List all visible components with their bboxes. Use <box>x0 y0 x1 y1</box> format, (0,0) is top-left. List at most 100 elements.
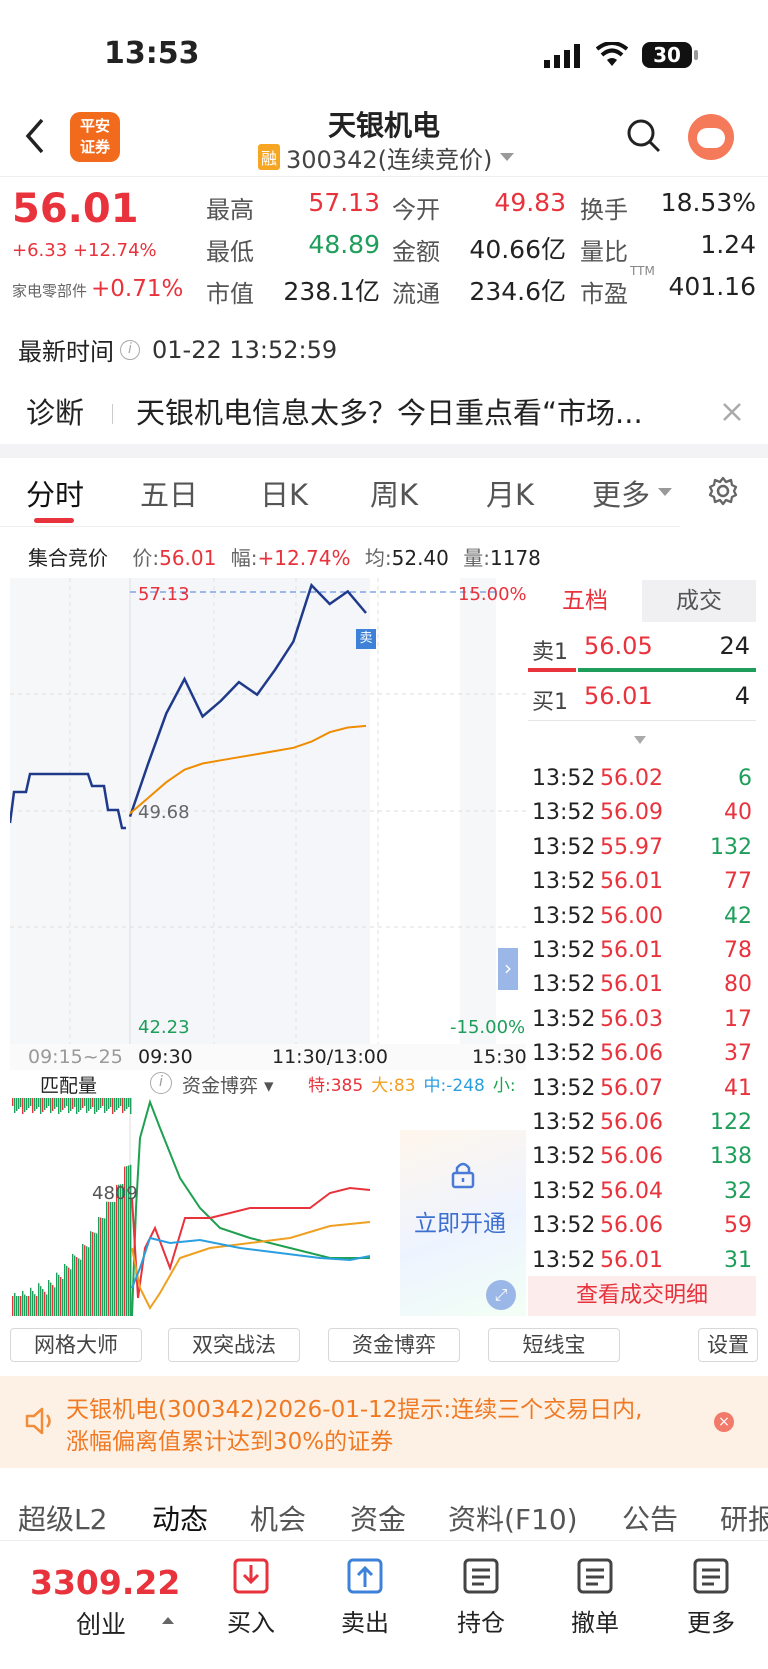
tab-3[interactable]: 周K <box>370 472 418 514</box>
action-position[interactable]: 持仓 <box>446 1555 516 1655</box>
notice-close-icon[interactable]: × <box>714 1412 734 1432</box>
diagnosis-row[interactable]: 诊断 天银机电信息太多？今日重点看“市场... <box>0 386 768 438</box>
avatar-face <box>697 128 725 148</box>
info-tab[interactable]: 动态 <box>152 1498 208 1538</box>
tool-button[interactable]: 资金博弈 <box>328 1328 460 1362</box>
bottom-vol-bar <box>106 1201 108 1316</box>
info-tab[interactable]: 公告 <box>622 1498 678 1538</box>
stat-label: 换手 <box>580 196 628 224</box>
bottom-vol-bar <box>76 1257 78 1316</box>
settings-gear-icon[interactable] <box>708 476 738 506</box>
info-tab[interactable]: 超级L2 <box>18 1498 107 1538</box>
tab-trades[interactable]: 成交 <box>642 580 756 622</box>
action-label: 买入 <box>227 1609 275 1637</box>
info-icon[interactable]: i <box>120 339 140 360</box>
trade-price: 56.01 <box>600 869 663 895</box>
tool-button[interactable]: 双突战法 <box>168 1328 300 1362</box>
info-tab[interactable]: 资料(F10) <box>448 1498 578 1538</box>
trade-detail-link[interactable]: 查看成交明细 <box>528 1276 756 1316</box>
top-vol-bar <box>60 1098 62 1112</box>
trade-time: 13:52 <box>532 834 596 860</box>
bottom-vol-bar <box>90 1231 92 1316</box>
trade-time: 13:52 <box>532 1178 596 1204</box>
bottom-vol-bar <box>46 1294 48 1316</box>
fullscreen-icon[interactable]: ⤢ <box>486 1280 516 1310</box>
top-vol-bar <box>32 1098 34 1113</box>
tab-4[interactable]: 月K <box>486 472 534 514</box>
update-time: 01-22 13:52:59 <box>152 335 338 364</box>
bottom-vol-bar <box>80 1259 82 1316</box>
stock-code-row[interactable]: 融 300342(连续竞价) <box>258 142 515 174</box>
tool-button[interactable]: 短线宝 <box>488 1328 620 1362</box>
action-buy[interactable]: 买入 <box>216 1555 286 1655</box>
tab-five-level[interactable]: 五档 <box>528 580 642 622</box>
trade-price: 56.06 <box>600 1041 663 1067</box>
trade-time: 13:52 <box>532 1075 596 1101</box>
price-change: +6.33 +12.74% <box>12 240 157 261</box>
update-label: 最新时间 <box>18 338 114 366</box>
action-cancel-order[interactable]: 撤单 <box>560 1555 630 1655</box>
action-sell[interactable]: 卖出 <box>330 1555 400 1655</box>
notice-line-2: 涨幅偏离值累计达到30%的证券 <box>66 1429 394 1455</box>
intraday-chart[interactable] <box>10 578 526 1100</box>
sector-row[interactable]: 家电零部件 +0.71% <box>12 276 183 302</box>
tab-5[interactable]: 更多 <box>592 472 650 514</box>
top-vol-bar <box>66 1098 68 1106</box>
update-row: 最新时间 i 01-22 13:52:59 <box>18 332 337 367</box>
top-vol-bar <box>64 1098 66 1108</box>
tab-1[interactable]: 五日 <box>140 472 198 514</box>
auction-vol: 1178 <box>490 546 541 570</box>
top-vol-bar <box>82 1098 84 1108</box>
info-icon[interactable]: i <box>150 1072 172 1094</box>
top-vol-bar <box>40 1098 42 1114</box>
top-vol-bar <box>98 1098 100 1110</box>
tab-0[interactable]: 分时 <box>26 472 84 514</box>
tool-button[interactable]: 设置 <box>698 1328 758 1362</box>
tab-2[interactable]: 日K <box>260 472 308 514</box>
auction-price: 56.01 <box>159 546 217 570</box>
avatar[interactable] <box>688 114 734 160</box>
notice-line-1: 天银机电(300342)2026-01-12提示:连续三个交易日内, <box>66 1397 643 1423</box>
top-vol-bar <box>92 1098 94 1107</box>
action-more-menu[interactable]: 更多 <box>676 1555 746 1655</box>
info-tab[interactable]: 研报 <box>720 1498 768 1538</box>
index-expand-icon[interactable] <box>162 1617 174 1624</box>
bottom-vol-bar <box>20 1296 22 1316</box>
diagnosis-text: 天银机电信息太多？今日重点看“市场... <box>136 396 643 430</box>
legend-item: 中:-248 <box>423 1076 485 1096</box>
trade-row: 13:52 56.06 37 <box>528 1039 756 1071</box>
close-icon[interactable] <box>722 402 742 422</box>
trade-volume: 80 <box>724 972 752 998</box>
bottom-vol-bar <box>98 1217 100 1316</box>
trade-row: 13:52 56.07 41 <box>528 1074 756 1106</box>
sub-indicator-select[interactable]: 资金博弈 ▾ <box>182 1071 274 1098</box>
stat-value: 49.83 <box>494 188 566 217</box>
top-vol-bar <box>76 1098 78 1114</box>
info-tab[interactable]: 机会 <box>250 1498 306 1538</box>
top-vol-bar <box>42 1098 44 1112</box>
expand-panel-arrow-icon[interactable]: › <box>498 948 518 990</box>
trade-volume: 77 <box>724 869 752 895</box>
unlock-overlay[interactable]: 立即开通 ⤢ <box>400 1130 526 1316</box>
pe-suffix: TTM <box>630 264 655 278</box>
info-tab[interactable]: 资金 <box>350 1498 406 1538</box>
index-value[interactable]: 3309.22 <box>30 1563 180 1602</box>
trade-row: 13:52 55.97 132 <box>528 833 756 865</box>
sector-name: 家电零部件 <box>12 282 88 300</box>
top-vol-bar <box>106 1098 108 1111</box>
top-vol-bar <box>88 1098 90 1111</box>
trade-time: 13:52 <box>532 869 596 895</box>
trade-time: 13:52 <box>532 1213 596 1239</box>
index-name[interactable]: 创业 <box>76 1605 126 1641</box>
bottom-vol-bar <box>110 1201 112 1316</box>
chart-mid-price: 49.68 <box>138 802 190 823</box>
trade-time: 13:52 <box>532 1144 596 1170</box>
stat-label: 金额 <box>392 238 440 266</box>
top-vol-bar <box>102 1098 104 1106</box>
more-caret-icon <box>658 488 672 496</box>
search-icon[interactable] <box>626 118 662 154</box>
tool-button[interactable]: 网格大师 <box>10 1328 142 1362</box>
trade-price: 56.06 <box>600 1110 663 1135</box>
margin-badge: 融 <box>258 144 281 170</box>
expand-caret-icon[interactable] <box>634 736 646 744</box>
